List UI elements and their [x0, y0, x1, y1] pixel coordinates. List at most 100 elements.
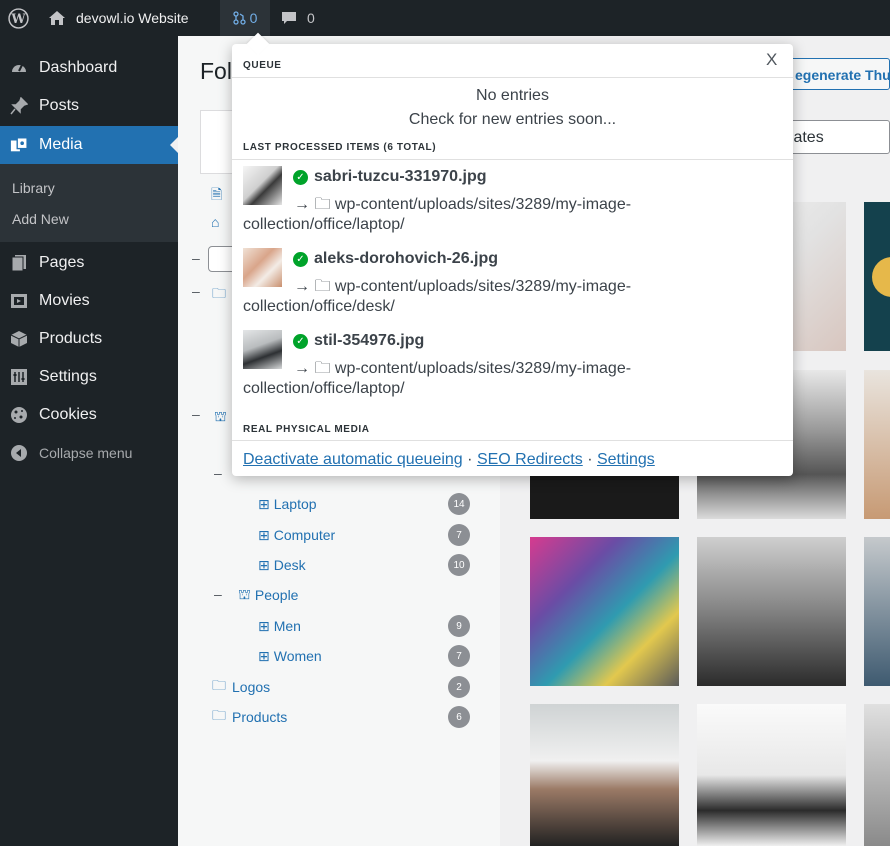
box-icon [10, 330, 28, 348]
close-icon[interactable]: X [766, 50, 777, 70]
queue-count: 0 [249, 10, 258, 26]
settings-link[interactable]: Settings [597, 451, 655, 468]
item-thumbnail [243, 166, 282, 205]
admin-sidebar: Dashboard Posts Media Library Add New Pa… [0, 36, 179, 846]
media-thumbnail[interactable] [864, 537, 890, 686]
count-badge: 2 [448, 676, 470, 698]
page-title: Fol [200, 58, 232, 84]
menu-dashboard[interactable]: Dashboard [0, 50, 178, 86]
submenu-library[interactable]: Library [12, 180, 55, 196]
queue-heading: QUEUE [243, 60, 282, 71]
gallery-icon: ⊞ [258, 556, 270, 573]
queue-popover: X QUEUE No entries Check for new entries… [232, 32, 793, 476]
tree-item-women[interactable]: ⊞ Women [258, 645, 322, 667]
pin-icon [10, 97, 28, 115]
media-thumbnail[interactable] [864, 202, 890, 351]
deactivate-queueing-link[interactable]: Deactivate automatic queueing [243, 451, 463, 468]
media-thumbnail[interactable] [864, 370, 890, 519]
menu-movies[interactable]: Movies [0, 283, 178, 319]
menu-products[interactable]: Products [0, 321, 178, 357]
tree-label: Men [273, 618, 301, 634]
file-icon[interactable]: 🗎 [211, 184, 222, 208]
gallery-icon: ⊞ [258, 526, 270, 543]
menu-media[interactable]: Media [0, 126, 178, 164]
submenu-add-new[interactable]: Add New [12, 211, 69, 227]
site-name: devowl.io Website [76, 10, 189, 26]
menu-posts[interactable]: Posts [0, 88, 178, 124]
menu-label: Posts [39, 97, 80, 114]
media-thumbnail[interactable] [697, 704, 846, 846]
collection-icon: ⛫ [214, 408, 227, 424]
film-icon [10, 292, 28, 310]
folder-icon: 🗀 [212, 285, 226, 301]
tree-item-men[interactable]: ⊞ Men [258, 615, 301, 637]
tree-label: People [254, 587, 299, 603]
home-icon [49, 11, 65, 25]
gallery-icon: ⊞ [258, 495, 270, 512]
wordpress-logo-icon[interactable]: W [8, 0, 29, 36]
menu-settings[interactable]: Settings [0, 359, 178, 395]
tree-item-laptop[interactable]: ⊞ Laptop [258, 493, 317, 515]
folder-icon: 🗀 [212, 677, 226, 693]
check-icon: ✓ [293, 169, 308, 185]
item-path-line: collection/office/laptop/ [243, 216, 405, 233]
processed-item-name: ✓ sabri-tuzcu-331970.jpg [293, 168, 487, 186]
home-folder-icon[interactable]: ⌂ [211, 214, 219, 230]
menu-label: Settings [39, 368, 97, 385]
seo-redirects-link[interactable]: SEO Redirects [477, 451, 583, 468]
menu-collapse[interactable]: Collapse menu [0, 435, 178, 471]
item-path-line: collection/office/laptop/ [243, 380, 405, 397]
count-badge: 14 [448, 493, 470, 515]
tree-label: Women [273, 648, 322, 664]
menu-cookies[interactable]: Cookies [0, 397, 178, 433]
menu-pages[interactable]: Pages [0, 245, 178, 281]
collection-icon: ⛫ [238, 585, 251, 602]
item-thumbnail [243, 330, 282, 369]
tree-item-products[interactable]: 🗀 Products [212, 706, 287, 728]
tree-item-computer[interactable]: ⊞ Computer [258, 524, 335, 546]
no-entries-text: No entries [476, 87, 549, 104]
collapse-toggle[interactable]: – [214, 586, 222, 602]
last-processed-heading: LAST PROCESSED ITEMS (6 TOTAL) [243, 142, 437, 153]
gallery-icon: ⊞ [258, 617, 270, 634]
collapse-toggle[interactable]: – [192, 406, 200, 422]
divider [232, 440, 793, 441]
separator: · [467, 451, 473, 468]
folder-icon: 🗀 [212, 707, 226, 723]
comments-button[interactable]: 0 [281, 0, 315, 36]
gallery-icon: ⊞ [258, 647, 270, 664]
collapse-toggle[interactable]: – [192, 250, 200, 266]
collapse-icon [10, 444, 28, 462]
tree-label: Products [232, 709, 288, 725]
tree-label: Laptop [273, 496, 317, 512]
tree-item-desk[interactable]: ⊞ Desk [258, 554, 306, 576]
menu-label: Pages [39, 254, 85, 271]
separator: · [587, 451, 593, 468]
media-thumbnail[interactable] [530, 704, 679, 846]
item-path-line: collection/office/desk/ [243, 298, 395, 315]
media-icon [10, 136, 28, 154]
check-icon: ✓ [293, 333, 308, 349]
check-icon: ✓ [293, 251, 308, 267]
count-badge: 7 [448, 645, 470, 667]
processed-item-name: ✓ stil-354976.jpg [293, 332, 424, 350]
media-thumbnail[interactable] [530, 537, 679, 686]
tree-label: Logos [232, 679, 271, 695]
item-thumbnail [243, 248, 282, 287]
menu-label: Dashboard [39, 59, 118, 76]
queue-button[interactable]: 0 [220, 0, 270, 36]
media-thumbnail[interactable] [697, 537, 846, 686]
divider [232, 159, 793, 160]
collapse-toggle[interactable]: – [214, 465, 222, 481]
svg-text:W: W [10, 11, 26, 26]
collapse-toggle[interactable]: – [192, 283, 200, 299]
count-badge: 7 [448, 524, 470, 546]
site-name-link[interactable]: devowl.io Website [48, 0, 189, 36]
processed-item-name: ✓ aleks-dorohovich-26.jpg [293, 250, 498, 268]
tree-item-logos[interactable]: 🗀 Logos [212, 676, 270, 698]
settings-icon [10, 368, 28, 386]
tree-item-people[interactable]: ⛫ People [238, 584, 298, 606]
media-thumbnail[interactable] [864, 704, 890, 846]
divider [232, 77, 793, 78]
comment-icon [282, 12, 296, 24]
